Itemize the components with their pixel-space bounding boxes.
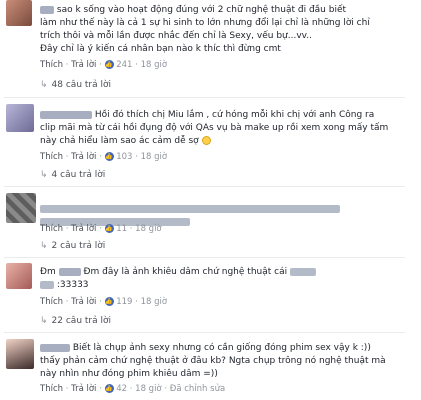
comment-text-line: này chả hiểu làm sao ác cảm dễ sợ <box>40 136 199 146</box>
reply-link[interactable]: Trả lời <box>71 297 96 307</box>
like-count[interactable]: 103 <box>116 152 132 162</box>
comment-actions: Thích · Trả lời · 👍 11 · 18 giờ <box>40 224 162 234</box>
comment-actions: Thích · Trả lời · 👍 119 · 18 giờ <box>40 297 168 307</box>
commenter-name[interactable] <box>40 110 92 119</box>
comment-text-line: :33333 <box>56 280 89 290</box>
like-link[interactable]: Thích <box>40 297 63 307</box>
reply-link[interactable]: Trả lời <box>71 60 96 70</box>
comment-text-line: này nhìn như đóng phim khiêu dâm =)) <box>40 369 218 379</box>
comment-text-line: làm như thế này là cả 1 sự hi sinh to lớ… <box>40 18 370 28</box>
like-count[interactable]: 11 <box>116 224 127 234</box>
divider <box>4 257 405 258</box>
reply-arrow-icon: ↳ <box>40 80 48 90</box>
view-replies[interactable]: ↳ 48 câu trả lời <box>40 80 111 90</box>
comment-time[interactable]: 18 giờ <box>135 384 161 394</box>
like-reaction-icon[interactable]: 👍 <box>104 384 114 393</box>
comment-time[interactable]: 18 giờ <box>141 297 167 307</box>
like-reaction-icon[interactable]: 👍 <box>104 152 114 161</box>
divider <box>4 332 405 333</box>
comment-time[interactable]: 18 giờ <box>135 224 161 234</box>
reply-arrow-icon: ↳ <box>40 316 48 326</box>
divider <box>4 97 405 98</box>
like-reaction-icon[interactable]: 👍 <box>104 60 114 69</box>
comment-text-line: Biết là chụp ảnh sexy nhưng có cần giống… <box>72 343 371 353</box>
reply-link[interactable]: Trả lời <box>71 152 96 162</box>
avatar[interactable] <box>6 104 34 132</box>
divider <box>4 186 405 187</box>
reply-arrow-icon: ↳ <box>40 241 48 251</box>
avatar[interactable] <box>6 193 36 223</box>
view-replies[interactable]: ↳ 4 câu trả lời <box>40 170 105 180</box>
comment-actions: Thích · Trả lời · 👍 103 · 18 giờ <box>40 152 168 162</box>
commenter-name[interactable] <box>40 343 70 352</box>
edited-label[interactable]: Đã chỉnh sửa <box>170 384 225 394</box>
commenter-name[interactable] <box>40 5 54 14</box>
like-reaction-icon[interactable]: 👍 <box>104 297 114 306</box>
comment-text-line: thấy phản cảm chứ nghệ thuật ở đâu kb? N… <box>40 356 386 366</box>
like-count[interactable]: 119 <box>116 297 132 307</box>
view-replies[interactable]: ↳ 22 câu trả lời <box>40 316 111 326</box>
comment-text-line: sao k sống vào hoạt động đúng với 2 chữ … <box>56 5 347 15</box>
reply-link[interactable]: Trả lời <box>71 384 96 394</box>
smile-emoji-icon <box>201 136 211 145</box>
comment-time[interactable]: 18 giờ <box>141 60 167 70</box>
avatar[interactable] <box>6 0 32 26</box>
reply-link[interactable]: Trả lời <box>71 224 96 234</box>
comment-text-line: Đây chỉ là ý kiến cá nhân bạn nào k thíc… <box>40 44 281 54</box>
like-reaction-icon[interactable]: 👍 <box>104 224 114 233</box>
comment-text-line: clip mãi mà từ cái hồi đụng độ với QAs v… <box>40 123 389 133</box>
comment-actions: Thích · Trả lời · 👍 241 · 18 giờ <box>40 60 168 70</box>
like-count[interactable]: 42 <box>116 384 127 394</box>
comment-text-line: Đm đây là ảnh khiêu dâm chứ nghệ thuật c… <box>83 267 288 277</box>
comment-actions: Thích · Trả lời · 👍 42 · 18 giờ · Đã chỉ… <box>40 384 226 394</box>
comment-time[interactable]: 18 giờ <box>141 152 167 162</box>
like-link[interactable]: Thích <box>40 384 63 394</box>
like-link[interactable]: Thích <box>40 60 63 70</box>
like-count[interactable]: 241 <box>116 60 132 70</box>
reply-arrow-icon: ↳ <box>40 170 48 180</box>
comment-text-line: trích thôi và mỗi lần được nhắc đến chỉ … <box>40 31 312 41</box>
commenter-name[interactable]: Đm <box>40 267 56 277</box>
comment-text-line: Hồi đó thích chị Miu lắm , cứ hóng mỗi k… <box>94 110 375 120</box>
view-replies[interactable]: ↳ 2 câu trả lời <box>40 241 105 251</box>
avatar[interactable] <box>6 263 32 289</box>
like-link[interactable]: Thích <box>40 152 63 162</box>
avatar[interactable] <box>6 339 34 369</box>
like-link[interactable]: Thích <box>40 224 63 234</box>
